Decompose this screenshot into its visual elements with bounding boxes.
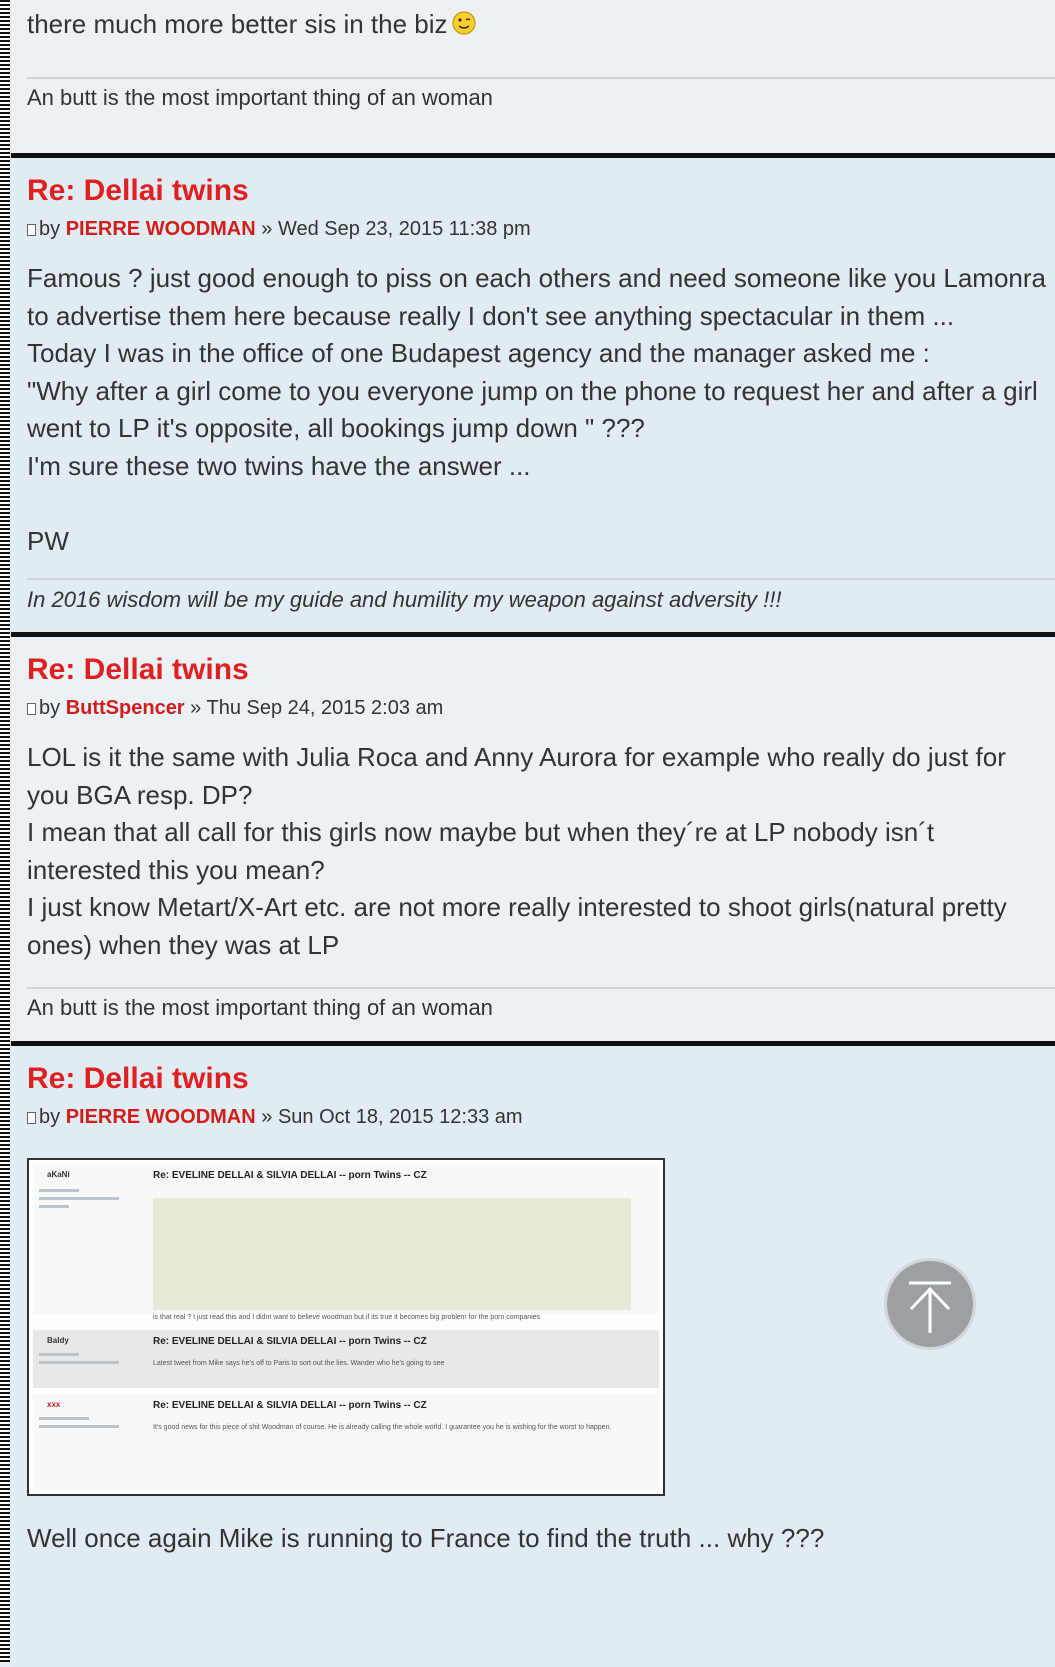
wink-smiley-icon (451, 11, 476, 35)
post-meta: by PIERRE WOODMAN » Sun Oct 18, 2015 12:… (27, 1106, 523, 1129)
signature: An butt is the most important thing of a… (27, 995, 493, 1020)
meta-separator: » (261, 1106, 273, 1128)
screenshot-post-title: Re: EVELINE DELLAI & SILVIA DELLAI -- po… (153, 1170, 427, 1181)
post-author-link[interactable]: ButtSpencer (66, 697, 185, 719)
post-body: LOL is it the same with Julia Roca and A… (27, 739, 1055, 964)
post-date: Thu Sep 24, 2015 2:03 am (206, 697, 444, 719)
post-date: Wed Sep 23, 2015 11:38 pm (277, 218, 531, 240)
post-icon[interactable] (27, 1112, 36, 1124)
left-border (0, 0, 10, 1662)
post: Re: Dellai twins by PIERRE WOODMAN » Sun… (11, 1041, 1055, 1667)
by-label: by (39, 1106, 61, 1128)
post-date: Sun Oct 18, 2015 12:33 am (277, 1106, 523, 1128)
post-body-line: ones) when they was at LP (27, 929, 340, 960)
post: Re: Dellai twins by PIERRE WOODMAN » Wed… (11, 153, 1055, 637)
meta-separator: » (261, 218, 273, 240)
post-body-line: I mean that all call for this girls now … (27, 817, 935, 847)
post-body: Well once again Mike is running to Franc… (27, 1520, 1055, 1558)
screenshot-post-text: Latest tweet from Mike says he's off to … (153, 1360, 445, 1367)
post-body-line: I just know Metart/X-Art etc. are not mo… (27, 892, 1007, 922)
post-body-line (27, 485, 1055, 523)
screenshot-post-title: Re: EVELINE DELLAI & SILVIA DELLAI -- po… (153, 1400, 427, 1411)
post: Re: Dellai twins by ButtSpencer » Thu Se… (11, 632, 1055, 1046)
screenshot-post-row: aKaNi Re: EVELINE DELLAI & SILVIA DELLAI… (33, 1164, 659, 1321)
screenshot-post-row: Baldy Re: EVELINE DELLAI & SILVIA DELLAI… (33, 1330, 659, 1388)
screenshot-profile-lines (39, 1184, 129, 1213)
post: there much more better sis in the biz An… (11, 0, 1055, 153)
scroll-to-top-button[interactable] (884, 1258, 976, 1350)
screenshot-author: Baldy (47, 1336, 69, 1345)
screenshot-post-row: xxx Re: EVELINE DELLAI & SILVIA DELLAI -… (33, 1394, 659, 1490)
screenshot-post-text: is that real ? I just read this and I di… (153, 1314, 541, 1321)
screenshot-author: aKaNi (47, 1170, 70, 1179)
screenshot-quote-block (153, 1198, 631, 1310)
screenshot-profile-lines (39, 1412, 129, 1433)
signature: In 2016 wisdom will be my guide and humi… (27, 587, 782, 612)
topic-page: there much more better sis in the biz An… (11, 0, 1055, 1667)
post-body: Famous ? just good enough to piss on eac… (27, 260, 1055, 560)
meta-separator: » (190, 697, 202, 719)
post-meta: by PIERRE WOODMAN » Wed Sep 23, 2015 11:… (27, 218, 531, 241)
post-meta: by ButtSpencer » Thu Sep 24, 2015 2:03 a… (27, 697, 443, 720)
post-title[interactable]: Re: Dellai twins (27, 1062, 249, 1096)
post-body-line: I'm sure these two twins have the answer… (27, 450, 531, 481)
screenshot-profile-lines (39, 1348, 129, 1369)
screenshot-post-text: It's good news for this piece of shit Wo… (153, 1424, 612, 1431)
post-body-line: to advertise them here because really I … (27, 300, 955, 331)
post-body-line: there much more better sis in the biz (27, 9, 448, 39)
post-body-line: "Why after a girl come to you everyone j… (27, 375, 1038, 406)
post-body-line: went to LP it's opposite, all bookings j… (27, 413, 645, 443)
screenshot-author: xxx (47, 1400, 61, 1409)
post-author-link[interactable]: PIERRE WOODMAN (66, 218, 256, 240)
by-label: by (39, 218, 61, 240)
post-author-link[interactable]: PIERRE WOODMAN (66, 1106, 256, 1128)
signature: An butt is the most important thing of a… (27, 85, 493, 110)
by-label: by (39, 697, 61, 719)
signature-divider (27, 578, 1055, 580)
post-body-line: LOL is it the same with Julia Roca and A… (27, 742, 1006, 772)
post-title[interactable]: Re: Dellai twins (27, 653, 249, 687)
arrow-up-icon (909, 1281, 951, 1333)
post-body-line: Famous ? just good enough to piss on eac… (27, 263, 1047, 293)
signature-divider (27, 987, 1055, 989)
post-icon[interactable] (27, 703, 36, 715)
post-title[interactable]: Re: Dellai twins (27, 174, 249, 208)
post-body-line: interested this you mean? (27, 854, 325, 885)
post-icon[interactable] (27, 224, 36, 236)
post-body-line: you BGA resp. DP? (27, 779, 253, 810)
screenshot-post-title: Re: EVELINE DELLAI & SILVIA DELLAI -- po… (153, 1336, 427, 1347)
post-body-line: Well once again Mike is running to Franc… (27, 1523, 825, 1553)
embedded-screenshot-image[interactable]: aKaNi Re: EVELINE DELLAI & SILVIA DELLAI… (27, 1158, 665, 1496)
post-body-line: PW (27, 525, 69, 556)
signature-divider (27, 77, 1055, 79)
post-body-line: Today I was in the office of one Budapes… (27, 338, 930, 368)
post-body: there much more better sis in the biz (27, 6, 1055, 44)
